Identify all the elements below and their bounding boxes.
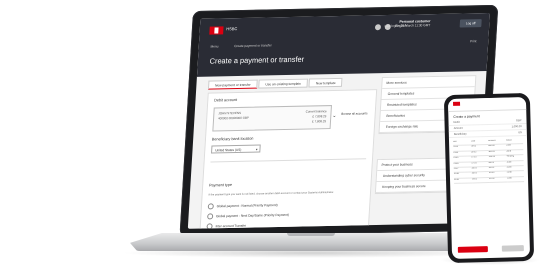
radio-icon[interactable]: [207, 213, 214, 220]
phone: Create a payment Debit GBP Amount 1,000.…: [443, 92, 535, 264]
last-logon: Last logon: 26 March 11:30 GMT: [384, 23, 431, 29]
debit-account-card[interactable]: JOHN STEVENS 400000 00000000 GBP Current…: [212, 105, 332, 132]
payment-option-transfer[interactable]: Inter account Transfer: [206, 223, 246, 229]
radio-icon[interactable]: [207, 203, 214, 210]
beneficiary-location-label: Beneficiary bank location: [211, 136, 254, 142]
phone-table: Ref Date Amount Status 0123 26/03 500.00 Done 01…: [453, 139, 525, 185]
phone-row-label: Amount: [453, 126, 463, 130]
phone-row-label: Beneficiary: [453, 132, 467, 136]
payment-type-description: If the payment type you want is not list…: [208, 190, 335, 197]
payment-type-label: Payment type: [208, 182, 233, 188]
logoff-button[interactable]: Log off: [459, 19, 482, 28]
phone-screen: Create a payment Debit GBP Amount 1,000.…: [447, 97, 531, 259]
payment-option-nextday[interactable]: Global payment - Next Day/Same (Priority…: [207, 212, 289, 220]
chevron-down-icon: ▾: [255, 147, 258, 152]
debit-account-name: JOHN STEVENS: [218, 110, 242, 116]
payment-option-label: Global payment - Next Day/Same (Priority…: [215, 212, 289, 219]
app-header: HSBC English Personal customer Last logo…: [196, 12, 490, 77]
payment-option-normal[interactable]: Global payment - Normal (Priority Paymen…: [207, 202, 278, 210]
phone-table-cell: 29/03: [471, 177, 490, 184]
breadcrumb[interactable]: Create payment or transfer: [234, 43, 272, 48]
phone-row-value: GBP: [515, 119, 522, 123]
print-button[interactable]: Print: [470, 39, 477, 43]
hsbc-logo-icon[interactable]: [452, 101, 461, 106]
phone-continue-button[interactable]: [457, 246, 488, 253]
phone-cancel-button[interactable]: [501, 245, 524, 252]
logo-text: HSBC: [226, 26, 238, 32]
laptop-notch: [287, 233, 335, 236]
phone-header: [447, 97, 527, 113]
current-balance: £ 7,808.29: [312, 114, 327, 119]
tab-new-template[interactable]: New template: [308, 77, 343, 88]
messages-icon[interactable]: [374, 24, 382, 31]
debit-account-number: 400000 00000000 GBP: [217, 115, 250, 121]
beneficiary-location-value: United States (US): [215, 147, 242, 153]
hsbc-logo-icon[interactable]: [209, 26, 224, 35]
phone-row-label: Debit: [453, 120, 460, 124]
user-info: Personal customer Last logon: 26 March 1…: [384, 19, 430, 28]
debit-account-label: Debit account: [214, 97, 238, 103]
payment-option-label: Inter account Transfer: [215, 223, 247, 229]
phone-table-cell: Done: [506, 176, 525, 183]
chevron-down-icon[interactable]: ⌄: [332, 113, 337, 119]
phone-row[interactable]: Beneficiary US: [448, 129, 527, 139]
tab-existing-template[interactable]: Use an existing template: [258, 78, 309, 89]
payment-form: Debit account JOHN STEVENS 400000 000000…: [198, 89, 378, 229]
radio-icon[interactable]: [206, 223, 213, 229]
balance-label: Current balance: [305, 109, 327, 114]
beneficiary-location-select[interactable]: United States (US) ▾: [211, 144, 261, 154]
divider: [210, 158, 367, 162]
phone-row-value: US: [518, 131, 522, 135]
payment-tabs: New payment or transfer Use an existing …: [207, 77, 344, 90]
available-balance: £ 7,808.29: [311, 119, 327, 124]
page-title: Create a payment or transfer: [209, 54, 305, 66]
tab-new-payment[interactable]: New payment or transfer: [207, 79, 258, 90]
phone-table-cell: 20.00: [488, 177, 507, 184]
menu-button[interactable]: Menu: [210, 44, 218, 48]
payment-option-label: Global payment - Normal (Priority Paymen…: [216, 203, 278, 209]
phone-row-value: 1,000.00: [511, 125, 522, 129]
browse-accounts-link[interactable]: Browse all accounts: [341, 111, 368, 116]
phone-table-cell: 0129: [454, 178, 472, 185]
